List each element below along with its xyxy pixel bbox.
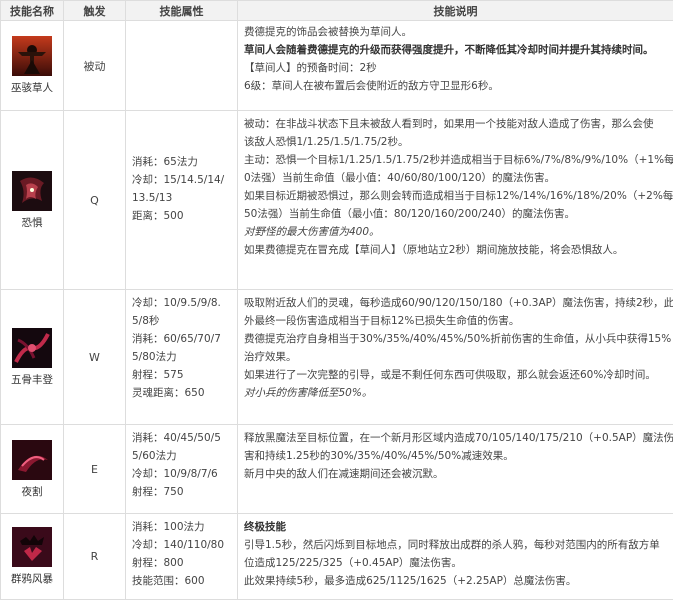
desc-line: 对野怪的最大伤害值为400。 bbox=[244, 226, 380, 238]
attr-line: 消耗：100法力 bbox=[132, 521, 205, 533]
attr-line: 13.5/13 bbox=[132, 192, 173, 204]
skill-description: 费德提克的饰品会被替换为草间人。 草间人会随着费德提克的升级而获得强度提升，不断… bbox=[237, 20, 673, 111]
desc-line: 该敌人恐惧1/1.25/1.5/1.75/2秒。 bbox=[244, 136, 409, 148]
attr-line: 冷却：15/14.5/14/ bbox=[132, 174, 225, 186]
attr-line: 灵魂距离：650 bbox=[132, 387, 205, 399]
desc-line: 吸取附近敌人们的灵魂，每秒造成60/90/120/150/180（+0.3AP）… bbox=[244, 297, 673, 309]
attr-line: 技能范围：600 bbox=[132, 575, 205, 587]
desc-line: 治疗效果。 bbox=[244, 351, 297, 363]
attr-line: 射程：750 bbox=[132, 486, 184, 498]
desc-line: 引导1.5秒，然后闪烁到目标地点，同时释放出成群的杀人鸦，每秒对范围内的所有敌方… bbox=[244, 539, 660, 551]
skill-trigger: R bbox=[63, 513, 126, 600]
attr-line: 冷却：140/110/80 bbox=[132, 539, 225, 551]
desc-line: 终极技能 bbox=[244, 521, 286, 533]
skill-attributes: 消耗：65法力 冷却：15/14.5/14/ 13.5/13 距离：500 bbox=[125, 110, 238, 290]
skill-description: 释放黑魔法至目标位置，在一个新月形区域内造成70/105/140/175/210… bbox=[237, 424, 673, 514]
skill-row-w: 五骨丰登 W 冷却：10/9.5/9/8. 5/8秒 消耗：60/65/70/7… bbox=[0, 289, 673, 425]
skill-row-q: 恐惧 Q 消耗：65法力 冷却：15/14.5/14/ 13.5/13 距离：5… bbox=[0, 110, 673, 290]
desc-line: 如果进行了一次完整的引导，或是不剩任何东西可供吸取，那么就会返还60%冷却时间。 bbox=[244, 369, 656, 381]
attr-line: 消耗：60/65/70/7 bbox=[132, 333, 221, 345]
skill-name: 夜割 bbox=[21, 485, 43, 498]
skill-attributes bbox=[125, 20, 238, 111]
attr-line: 冷却：10/9.5/9/8. bbox=[132, 297, 221, 309]
terrify-icon bbox=[12, 170, 52, 211]
dark-wind-icon bbox=[12, 439, 52, 480]
attr-line: 消耗：40/45/50/5 bbox=[132, 432, 221, 444]
skill-attributes: 冷却：10/9.5/9/8. 5/8秒 消耗：60/65/70/7 5/80法力… bbox=[125, 289, 238, 425]
desc-line: 外最终一段伤害造成相当于目标12%已损失生命值的伤害。 bbox=[244, 315, 520, 327]
scarecrow-icon bbox=[12, 36, 52, 76]
header-row: 技能名称 触发 技能属性 技能说明 bbox=[0, 0, 673, 21]
attr-line: 5/60法力 bbox=[132, 450, 177, 462]
header-attributes: 技能属性 bbox=[125, 0, 238, 21]
skill-name: 巫骇草人 bbox=[11, 82, 53, 94]
desc-line: 50法强）当前生命值（最小值：80/120/160/200/240）的魔法伤害。 bbox=[244, 208, 576, 220]
skill-trigger: E bbox=[63, 424, 126, 514]
skill-description: 终极技能 引导1.5秒，然后闪烁到目标地点，同时释放出成群的杀人鸦，每秒对范围内… bbox=[237, 513, 673, 600]
desc-line: 如果目标近期被恐惧过，那么则会转而造成相当于目标12%/14%/16%/18%/… bbox=[244, 190, 673, 202]
skill-trigger: 被动 bbox=[63, 20, 126, 111]
skill-name: 群鸦风暴 bbox=[11, 573, 53, 585]
desc-line: 【草间人】的预备时间：2秒 bbox=[244, 62, 377, 74]
desc-line: 0法强）当前生命值（最小值：40/60/80/100/120）的魔法伤害。 bbox=[244, 172, 555, 184]
desc-line: 位造成125/225/325（+0.45AP）魔法伤害。 bbox=[244, 557, 462, 569]
skill-icon-cell: 夜割 bbox=[0, 424, 64, 514]
desc-line: 费德提克的饰品会被替换为草间人。 bbox=[244, 26, 412, 38]
desc-line: 此效果持续5秒，最多造成625/1125/1625（+2.25AP）总魔法伤害。 bbox=[244, 575, 577, 587]
desc-line: 释放黑魔法至目标位置，在一个新月形区域内造成70/105/140/175/210… bbox=[244, 432, 673, 444]
attr-line: 距离：500 bbox=[132, 210, 184, 222]
attr-line: 消耗：65法力 bbox=[132, 156, 198, 168]
header-skill-name: 技能名称 bbox=[0, 0, 64, 21]
skill-row-r: 群鸦风暴 R 消耗：100法力 冷却：140/110/80 射程：800 技能范… bbox=[0, 513, 673, 600]
header-trigger: 触发 bbox=[63, 0, 126, 21]
desc-line: 费德提克治疗自身相当于30%/35%/40%/45%/50%折前伤害的生命值，从… bbox=[244, 333, 672, 345]
attr-line: 冷却：10/9/8/7/6 bbox=[132, 468, 218, 480]
skill-name: 五骨丰登 bbox=[11, 373, 53, 386]
skill-icon-cell: 五骨丰登 bbox=[0, 289, 64, 425]
desc-line: 如果费德提克在冒充成【草间人】（原地站立2秒）期间施放技能，将会恐惧敌人。 bbox=[244, 244, 624, 256]
skills-table: 技能名称 触发 技能属性 技能说明 巫骇草人 被动 费德提克的饰品会被替换为草间… bbox=[0, 0, 673, 600]
desc-line: 主动：恐惧一个目标1/1.25/1.5/1.75/2秒并造成相当于目标6%/7%… bbox=[244, 154, 673, 166]
skill-icon-cell: 群鸦风暴 bbox=[0, 513, 64, 600]
desc-line: 新月中央的敌人们在减速期间还会被沉默。 bbox=[244, 468, 444, 480]
attr-line: 射程：800 bbox=[132, 557, 184, 569]
skill-attributes: 消耗：100法力 冷却：140/110/80 射程：800 技能范围：600 bbox=[125, 513, 238, 600]
skill-description: 吸取附近敌人们的灵魂，每秒造成60/90/120/150/180（+0.3AP）… bbox=[237, 289, 673, 425]
desc-line: 对小兵的伤害降低至50%。 bbox=[244, 387, 373, 399]
desc-line: 害和持续1.25秒的30%/35%/40%/45%/50%减速效果。 bbox=[244, 450, 514, 462]
desc-line: 草间人会随着费德提克的升级而获得强度提升，不断降低其冷却时间并提升其持续时间。 bbox=[244, 44, 654, 56]
attr-line: 5/80法力 bbox=[132, 351, 177, 363]
skill-attributes: 消耗：40/45/50/5 5/60法力 冷却：10/9/8/7/6 射程：75… bbox=[125, 424, 238, 514]
skill-description: 被动：在非战斗状态下且未被敌人看到时，如果用一个技能对敌人造成了伤害，那么会使 … bbox=[237, 110, 673, 290]
attr-line: 5/8秒 bbox=[132, 315, 160, 327]
skill-icon-cell: 巫骇草人 bbox=[0, 20, 64, 111]
crowstorm-icon bbox=[12, 527, 52, 567]
attr-line: 射程：575 bbox=[132, 369, 184, 381]
skill-icon-cell: 恐惧 bbox=[0, 110, 64, 290]
drain-icon bbox=[12, 327, 52, 368]
skill-trigger: W bbox=[63, 289, 126, 425]
skill-row-passive: 巫骇草人 被动 费德提克的饰品会被替换为草间人。 草间人会随着费德提克的升级而获… bbox=[0, 20, 673, 111]
skill-trigger: Q bbox=[63, 110, 126, 290]
skill-row-e: 夜割 E 消耗：40/45/50/5 5/60法力 冷却：10/9/8/7/6 … bbox=[0, 424, 673, 514]
header-description: 技能说明 bbox=[237, 0, 673, 21]
desc-line: 6级：草间人在被布置后会使附近的敌方守卫显形6秒。 bbox=[244, 80, 499, 92]
desc-line: 被动：在非战斗状态下且未被敌人看到时，如果用一个技能对敌人造成了伤害，那么会使 bbox=[244, 118, 654, 130]
skill-name: 恐惧 bbox=[21, 216, 43, 229]
